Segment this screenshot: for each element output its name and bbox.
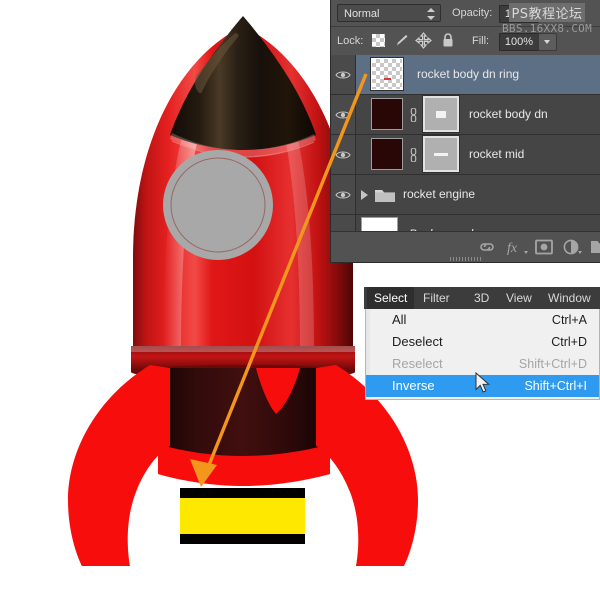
layer-name[interactable]: rocket engine <box>403 187 475 201</box>
layer-visibility-cell[interactable] <box>331 135 356 174</box>
layer-thumbnail[interactable] <box>372 139 402 169</box>
adjustment-layer-icon[interactable] <box>563 239 582 255</box>
eye-icon[interactable] <box>335 149 351 161</box>
lock-position-move-icon[interactable] <box>415 32 432 49</box>
layer-thumbnail[interactable] <box>372 99 402 129</box>
link-mask-icon[interactable] <box>408 148 419 162</box>
menubar-item-select[interactable]: Select <box>367 287 414 309</box>
opacity-label: Opacity: <box>452 7 492 19</box>
link-icon[interactable] <box>478 239 496 255</box>
menu-item-inverse[interactable]: Inverse Shift+Ctrl+I <box>366 375 599 397</box>
menu-item-all[interactable]: All Ctrl+A <box>366 309 599 331</box>
layer-name[interactable]: rocket body dn <box>469 107 548 121</box>
layers-panel[interactable]: Normal Opacity: 100% Lock: <box>331 0 600 262</box>
lock-all-icon[interactable] <box>441 32 455 49</box>
menu-separator <box>372 399 593 400</box>
fill-value[interactable]: 100% <box>499 33 539 51</box>
opacity-value[interactable]: 100% <box>499 5 539 23</box>
photoshop-screenshot: Normal Opacity: 100% Lock: <box>0 0 600 600</box>
layer-list[interactable]: rocket body dn ring rocket body dn <box>331 55 600 232</box>
new-group-icon[interactable] <box>591 239 600 254</box>
layer-thumbnail[interactable] <box>372 59 402 89</box>
layer-mask-thumbnail[interactable] <box>425 98 457 130</box>
menu-item-deselect[interactable]: Deselect Ctrl+D <box>366 331 599 353</box>
rocket-window <box>163 150 273 260</box>
group-expand-arrow-icon[interactable] <box>361 190 368 200</box>
rocket-fin-left <box>68 365 170 566</box>
link-mask-icon[interactable] <box>408 108 419 122</box>
menu-item-label: Deselect <box>392 334 443 349</box>
folder-icon <box>375 188 395 203</box>
menubar-item-window[interactable]: Window <box>541 287 598 309</box>
menubar-item-filter[interactable]: Filter <box>416 287 457 309</box>
menu-item-label: Inverse <box>392 378 435 393</box>
select-menu-popup[interactable]: Select Filter 3D View Window All Ctrl+A … <box>364 287 600 400</box>
fill-stepper[interactable] <box>538 33 557 51</box>
menu-item-shortcut: Ctrl+D <box>551 331 587 353</box>
fx-icon[interactable]: fx <box>507 239 529 256</box>
layers-panel-footer[interactable]: fx <box>331 231 600 262</box>
menu-item-label: All <box>392 312 406 327</box>
thumbnail-content <box>384 78 391 80</box>
select-dropdown[interactable]: All Ctrl+A Deselect Ctrl+D Reselect Shif… <box>365 309 600 400</box>
menubar-item-3d[interactable]: 3D <box>467 287 496 309</box>
layer-visibility-cell[interactable] <box>331 95 356 134</box>
layer-name[interactable]: rocket body dn ring <box>417 67 519 81</box>
menu-item-shortcut: Shift+Ctrl+D <box>519 353 587 375</box>
lock-fill-row: Lock: Fill: 100% <box>331 27 600 56</box>
menu-bar[interactable]: Select Filter 3D View Window <box>364 287 600 309</box>
blend-mode-select[interactable]: Normal <box>337 4 441 22</box>
svg-text:fx: fx <box>507 241 518 256</box>
layer-mask-thumbnail[interactable] <box>425 138 457 170</box>
layer-visibility-cell[interactable] <box>331 175 356 214</box>
panel-resize-grip[interactable] <box>450 257 482 261</box>
nozzle-band-bottom <box>180 534 305 544</box>
blend-mode-value: Normal <box>344 8 379 20</box>
menubar-item-view[interactable]: View <box>499 287 539 309</box>
lock-image-pixels-brush-icon[interactable] <box>393 33 409 49</box>
nozzle-band-yellow <box>180 498 305 536</box>
layer-row-rocket-body-dn-ring[interactable]: rocket body dn ring <box>331 55 600 95</box>
menu-item-shortcut: Shift+Ctrl+I <box>524 375 587 397</box>
add-mask-icon[interactable] <box>535 239 553 255</box>
mask-shape <box>434 153 448 156</box>
mask-shape <box>436 111 446 118</box>
fill-label: Fill: <box>472 35 489 47</box>
layer-visibility-cell[interactable] <box>331 55 356 94</box>
layer-row-rocket-body-dn[interactable]: rocket body dn <box>331 95 600 135</box>
layer-row-rocket-engine-group[interactable]: rocket engine <box>331 175 600 215</box>
chevron-updown-icon <box>426 8 435 20</box>
eye-icon[interactable] <box>335 109 351 121</box>
blend-opacity-row: Normal Opacity: 100% <box>331 0 600 27</box>
menu-item-shortcut: Ctrl+A <box>552 309 587 331</box>
menu-item-label: Reselect <box>392 356 443 371</box>
lock-transparent-pixels-icon[interactable] <box>372 34 385 47</box>
eye-icon[interactable] <box>335 69 351 81</box>
layer-name[interactable]: rocket mid <box>469 147 524 161</box>
menu-item-reselect: Reselect Shift+Ctrl+D <box>366 353 599 375</box>
lock-label: Lock: <box>337 35 363 47</box>
eye-icon[interactable] <box>335 189 351 201</box>
layer-row-rocket-mid[interactable]: rocket mid <box>331 135 600 175</box>
